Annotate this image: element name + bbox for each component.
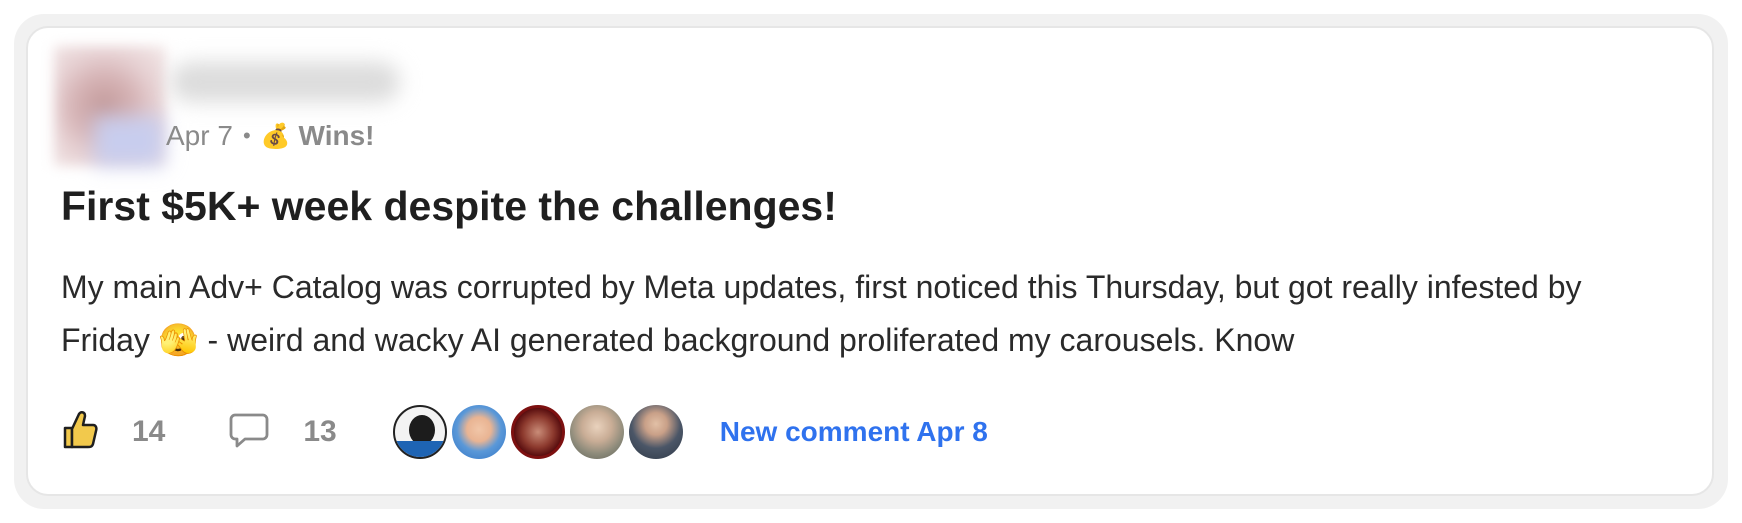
author-name-blurred[interactable] — [170, 62, 400, 102]
comment-count: 13 — [303, 415, 337, 448]
post-body[interactable]: My main Adv+ Catalog was corrupted by Me… — [61, 261, 1651, 367]
author-avatar[interactable] — [54, 46, 166, 166]
money-bag-icon: 💰 — [260, 122, 291, 150]
avatar[interactable] — [569, 405, 624, 459]
post-actions: 14 13 New comment Apr 8 — [62, 404, 988, 460]
avatar[interactable] — [628, 405, 683, 459]
meta-separator: • — [242, 123, 251, 148]
avatar[interactable] — [392, 405, 447, 459]
like-count: 14 — [132, 415, 166, 448]
like-button[interactable]: 14 — [62, 410, 165, 455]
post-category[interactable]: Wins! — [299, 120, 375, 152]
post-title[interactable]: First $5K+ week despite the challenges! — [61, 183, 837, 230]
avatar[interactable] — [451, 405, 506, 459]
commenter-avatars[interactable] — [392, 405, 688, 459]
post-date: Apr 7 — [166, 120, 233, 151]
post-meta: Apr 7 • 💰 Wins! — [166, 118, 375, 154]
comment-button[interactable]: 13 — [229, 411, 337, 454]
new-comment-link[interactable]: New comment Apr 8 — [720, 416, 988, 448]
thumbs-up-icon[interactable] — [62, 410, 98, 455]
avatar[interactable] — [510, 405, 565, 459]
speech-bubble-icon[interactable] — [229, 411, 269, 454]
